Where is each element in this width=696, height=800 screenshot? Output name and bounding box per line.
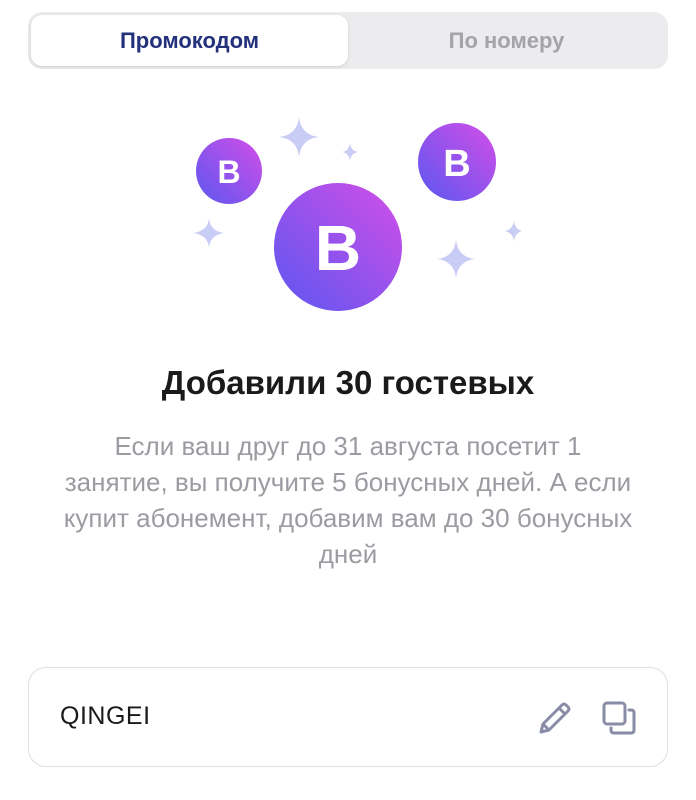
page-title: Добавили 30 гостевых [161,364,535,401]
large-coin-icon: B [274,183,402,311]
promo-code-field[interactable]: QINGEI [28,667,668,767]
pencil-icon [539,702,571,734]
tab-promo-code[interactable]: Промокодом [31,15,348,66]
sparkle-icon [279,117,319,157]
copy-icon [602,701,636,735]
sparkle-icon [342,143,358,161]
promo-screen: Промокодом По номеру B B B Добавили 30 г… [0,0,696,800]
small-coin-icon: B [196,138,262,204]
tab-by-phone[interactable]: По номеру [348,15,665,66]
svg-text:B: B [443,143,470,185]
medium-coin-icon: B [418,123,496,201]
sparkle-icon [193,218,224,248]
promo-code-value[interactable]: QINGEI [60,702,151,731]
svg-text:B: B [217,154,240,190]
sparkle-icon [437,240,475,278]
sparkle-icon [505,221,522,241]
mode-segmented-control: Промокодом По номеру [28,12,668,69]
svg-text:B: B [315,212,361,284]
edit-button[interactable] [533,696,577,740]
bonus-description: Если ваш друг до 31 августа посетит 1 за… [63,431,633,569]
copy-button[interactable] [597,696,641,740]
bonus-coins-illustration: B B B [193,117,522,311]
